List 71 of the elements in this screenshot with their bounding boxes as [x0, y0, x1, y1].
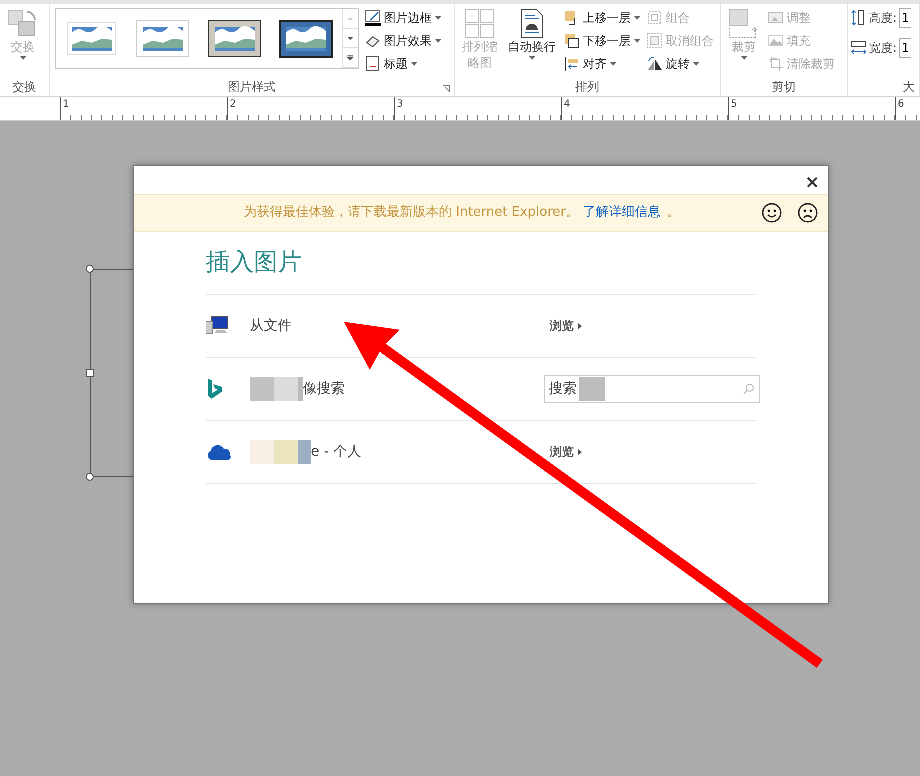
cloud-icon: [206, 444, 232, 460]
caret-icon: [20, 56, 26, 60]
bing-logo-icon: [206, 378, 224, 400]
crop-icon: [728, 8, 760, 40]
ruler-number: 4: [561, 97, 728, 120]
dialog-title: 插入图片: [206, 247, 303, 278]
source-label: 像搜索: [303, 380, 345, 398]
browse-button[interactable]: 浏览: [550, 317, 582, 335]
caret-icon: [634, 39, 641, 43]
send-backward-icon: [564, 33, 580, 49]
browse-button[interactable]: 浏览: [550, 443, 582, 461]
ruler-number: 1: [60, 97, 227, 120]
ribbon-button[interactable]: 对齐: [564, 54, 641, 74]
ruler-number: 3: [394, 97, 561, 120]
group-label: 图片样式: [228, 79, 276, 96]
ruler-number: 2: [227, 97, 394, 120]
field-label: 宽度:: [869, 40, 898, 57]
rotate-icon: [647, 56, 663, 72]
ribbon-button[interactable]: 图片效果: [365, 31, 442, 51]
reset-crop-icon: [768, 56, 784, 72]
source-label: e - 个人: [311, 442, 362, 462]
banner-message: 为获得最佳体验，请下载最新版本的 Internet Explorer。: [244, 204, 580, 222]
resize-handle[interactable]: [86, 265, 94, 273]
computer-icon: [206, 316, 230, 336]
pen-border-icon: [365, 10, 381, 26]
resize-handle[interactable]: [86, 473, 94, 481]
caret-icon: [435, 39, 442, 43]
redacted-block: [579, 377, 605, 401]
caret-icon: [634, 16, 641, 20]
source-label: 从文件: [250, 316, 292, 336]
size-field[interactable]: 1: [899, 38, 912, 58]
width-icon: [851, 40, 867, 56]
caret-icon: [740, 56, 748, 60]
fill-picture-icon: [768, 33, 784, 49]
ruler-number: 5: [728, 97, 895, 120]
caret-icon: [528, 56, 536, 60]
dialog-launcher-icon[interactable]: [443, 85, 450, 92]
caret-icon: [693, 62, 700, 66]
learn-more-link[interactable]: 了解详细信息: [583, 203, 662, 223]
ribbon-button[interactable]: 自动换行: [506, 8, 558, 78]
frown-icon[interactable]: [798, 203, 818, 223]
smiley-icon[interactable]: [762, 203, 782, 223]
caption-icon: [365, 56, 381, 72]
fit-picture-icon: [768, 10, 784, 26]
group-label: 剪切: [772, 79, 796, 96]
size-field[interactable]: 1: [899, 8, 912, 28]
ribbon-button[interactable]: 下移一层: [564, 31, 641, 51]
resize-handle[interactable]: [86, 369, 94, 377]
ribbon-button[interactable]: 旋转: [647, 54, 714, 74]
ribbon-button[interactable]: 图片边框: [365, 8, 442, 28]
grid-icon: [464, 8, 496, 40]
ribbon-button[interactable]: 上移一层: [564, 8, 641, 28]
group-icon: [647, 10, 663, 26]
caret-icon: [435, 16, 442, 20]
ungroup-icon: [647, 33, 663, 49]
caret-right-icon: [578, 448, 582, 456]
group-label: 排列: [576, 79, 600, 96]
banner-period: 。: [667, 204, 680, 222]
caret-icon: [411, 62, 418, 66]
align-icon: [564, 56, 580, 72]
group-label: 交换: [12, 79, 36, 96]
search-box[interactable]: 搜索: [544, 375, 760, 403]
caret-right-icon: [578, 322, 582, 330]
picture-style-option[interactable]: [278, 18, 334, 58]
group-label: 大: [903, 79, 915, 96]
height-icon: [851, 10, 867, 26]
field-label: 高度:: [869, 10, 898, 27]
caret-icon: [610, 62, 617, 66]
ribbon-button[interactable]: 标题: [365, 54, 442, 74]
ruler-number: 6: [895, 97, 920, 120]
picture-style-option[interactable]: [206, 18, 263, 58]
